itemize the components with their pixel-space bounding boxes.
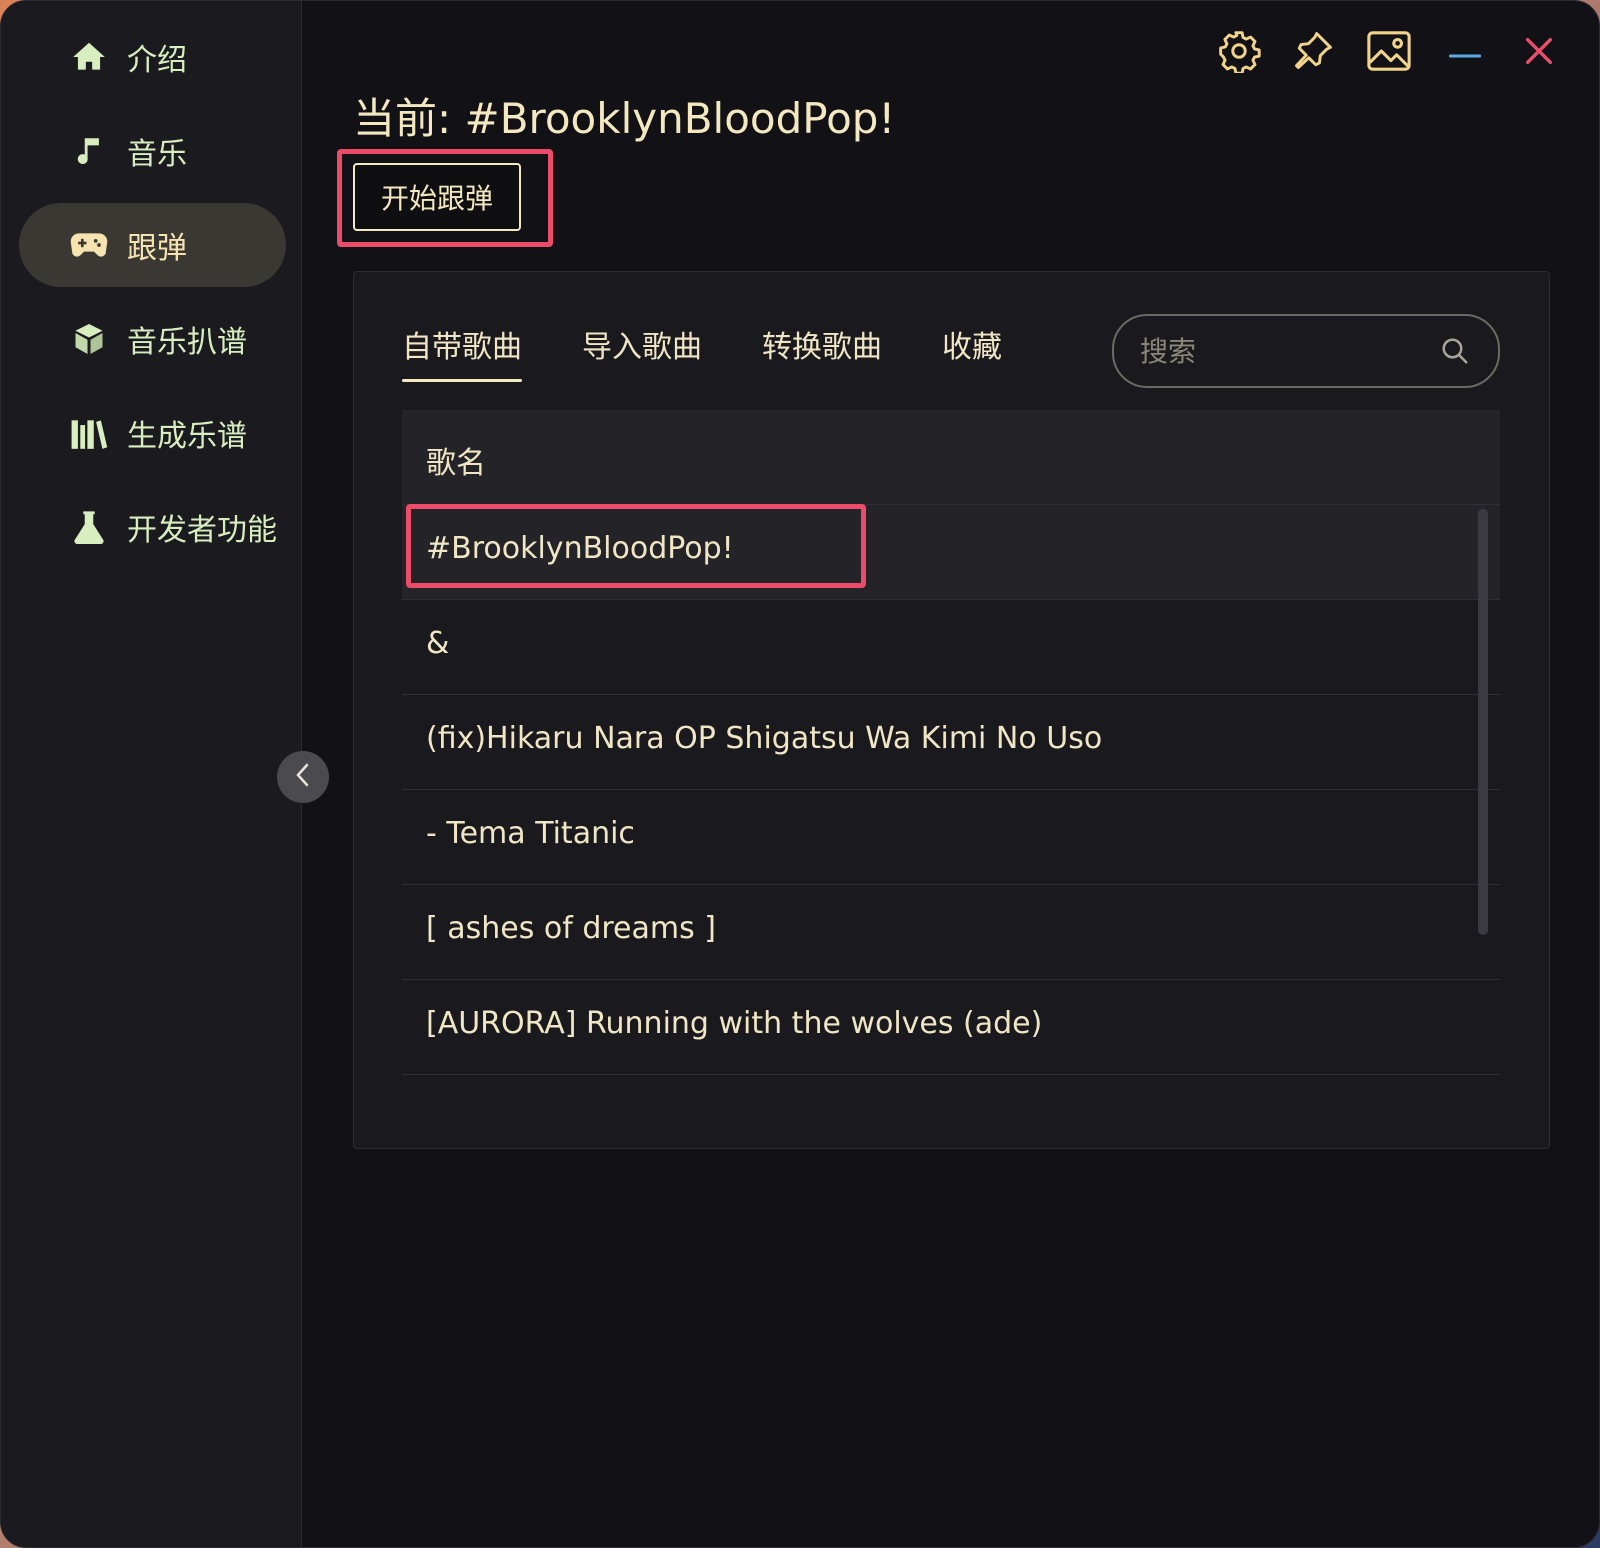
song-list: #BrooklynBloodPop! & (fix)Hikaru Nara OP… [402, 505, 1500, 1075]
app-window: 介绍 音乐 跟弹 音乐扒谱 生成乐谱 开发者功能 当前: #BrooklynBl… [0, 0, 1600, 1548]
sidebar-item-label: 生成乐谱 [127, 419, 247, 454]
tab-import-songs[interactable]: 导入歌曲 [582, 322, 702, 366]
song-name: & [426, 626, 450, 661]
flask-icon [69, 507, 109, 547]
sidebar-item-music[interactable]: 音乐 [19, 109, 286, 193]
song-name: [AURORA] Running with the wolves (ade) [426, 1006, 1043, 1041]
sidebar-item-developer[interactable]: 开发者功能 [19, 485, 286, 569]
table-row[interactable]: [ ashes of dreams ] [402, 885, 1500, 980]
sidebar-item-label: 音乐扒谱 [127, 325, 247, 360]
song-name: (fix)Hikaru Nara OP Shigatsu Wa Kimi No … [426, 721, 1103, 756]
close-button[interactable] [1515, 29, 1563, 77]
search-icon[interactable] [1440, 336, 1470, 366]
gamepad-icon [69, 225, 109, 265]
song-panel: 自带歌曲 导入歌曲 转换歌曲 收藏 歌名 #BrooklynBloodPop! … [353, 271, 1550, 1149]
library-icon [69, 413, 109, 453]
list-scrollbar[interactable] [1478, 509, 1488, 935]
cube-icon [69, 319, 109, 359]
background-image-button[interactable] [1365, 29, 1413, 77]
home-icon [69, 37, 109, 77]
song-name: [ ashes of dreams ] [426, 911, 716, 946]
minimize-icon [1447, 44, 1483, 63]
start-follow-play-button[interactable]: 开始跟弹 [353, 163, 521, 231]
sidebar: 介绍 音乐 跟弹 音乐扒谱 生成乐谱 开发者功能 [1, 1, 302, 1547]
column-header-song-name: 歌名 [426, 446, 486, 481]
image-icon [1366, 29, 1412, 77]
tab-builtin-songs[interactable]: 自带歌曲 [402, 322, 522, 382]
gear-icon [1217, 29, 1261, 77]
tab-convert-songs[interactable]: 转换歌曲 [762, 322, 882, 366]
current-song-title: 当前: #BrooklynBloodPop! [353, 94, 896, 143]
sidebar-item-generate-score[interactable]: 生成乐谱 [19, 391, 286, 475]
table-row[interactable]: [AURORA] Running with the wolves (ade) [402, 980, 1500, 1075]
sidebar-item-label: 开发者功能 [127, 513, 277, 548]
sidebar-item-intro[interactable]: 介绍 [19, 15, 286, 99]
close-icon [1522, 34, 1556, 72]
music-note-icon [69, 131, 109, 171]
search-box[interactable] [1112, 314, 1500, 388]
minimize-button[interactable] [1441, 29, 1489, 77]
search-input[interactable] [1138, 328, 1422, 374]
selected-row-highlight [406, 504, 866, 588]
sidebar-item-transcribe[interactable]: 音乐扒谱 [19, 297, 286, 381]
sidebar-item-label: 跟弹 [127, 231, 187, 266]
tab-favorites[interactable]: 收藏 [942, 322, 1002, 366]
table-row[interactable]: - Tema Titanic [402, 790, 1500, 885]
table-row[interactable]: & [402, 600, 1500, 695]
sidebar-item-label: 音乐 [127, 137, 187, 172]
table-row[interactable]: (fix)Hikaru Nara OP Shigatsu Wa Kimi No … [402, 695, 1500, 790]
settings-button[interactable] [1215, 29, 1263, 77]
pin-button[interactable] [1289, 29, 1337, 77]
table-header: 歌名 [402, 410, 1500, 505]
song-name: - Tema Titanic [426, 816, 635, 851]
pin-icon [1291, 29, 1335, 77]
main-area: 当前: #BrooklynBloodPop! 开始跟弹 自带歌曲 导入歌曲 转换… [301, 1, 1599, 1547]
sidebar-item-label: 介绍 [127, 43, 187, 78]
sidebar-item-follow-play[interactable]: 跟弹 [19, 203, 286, 287]
